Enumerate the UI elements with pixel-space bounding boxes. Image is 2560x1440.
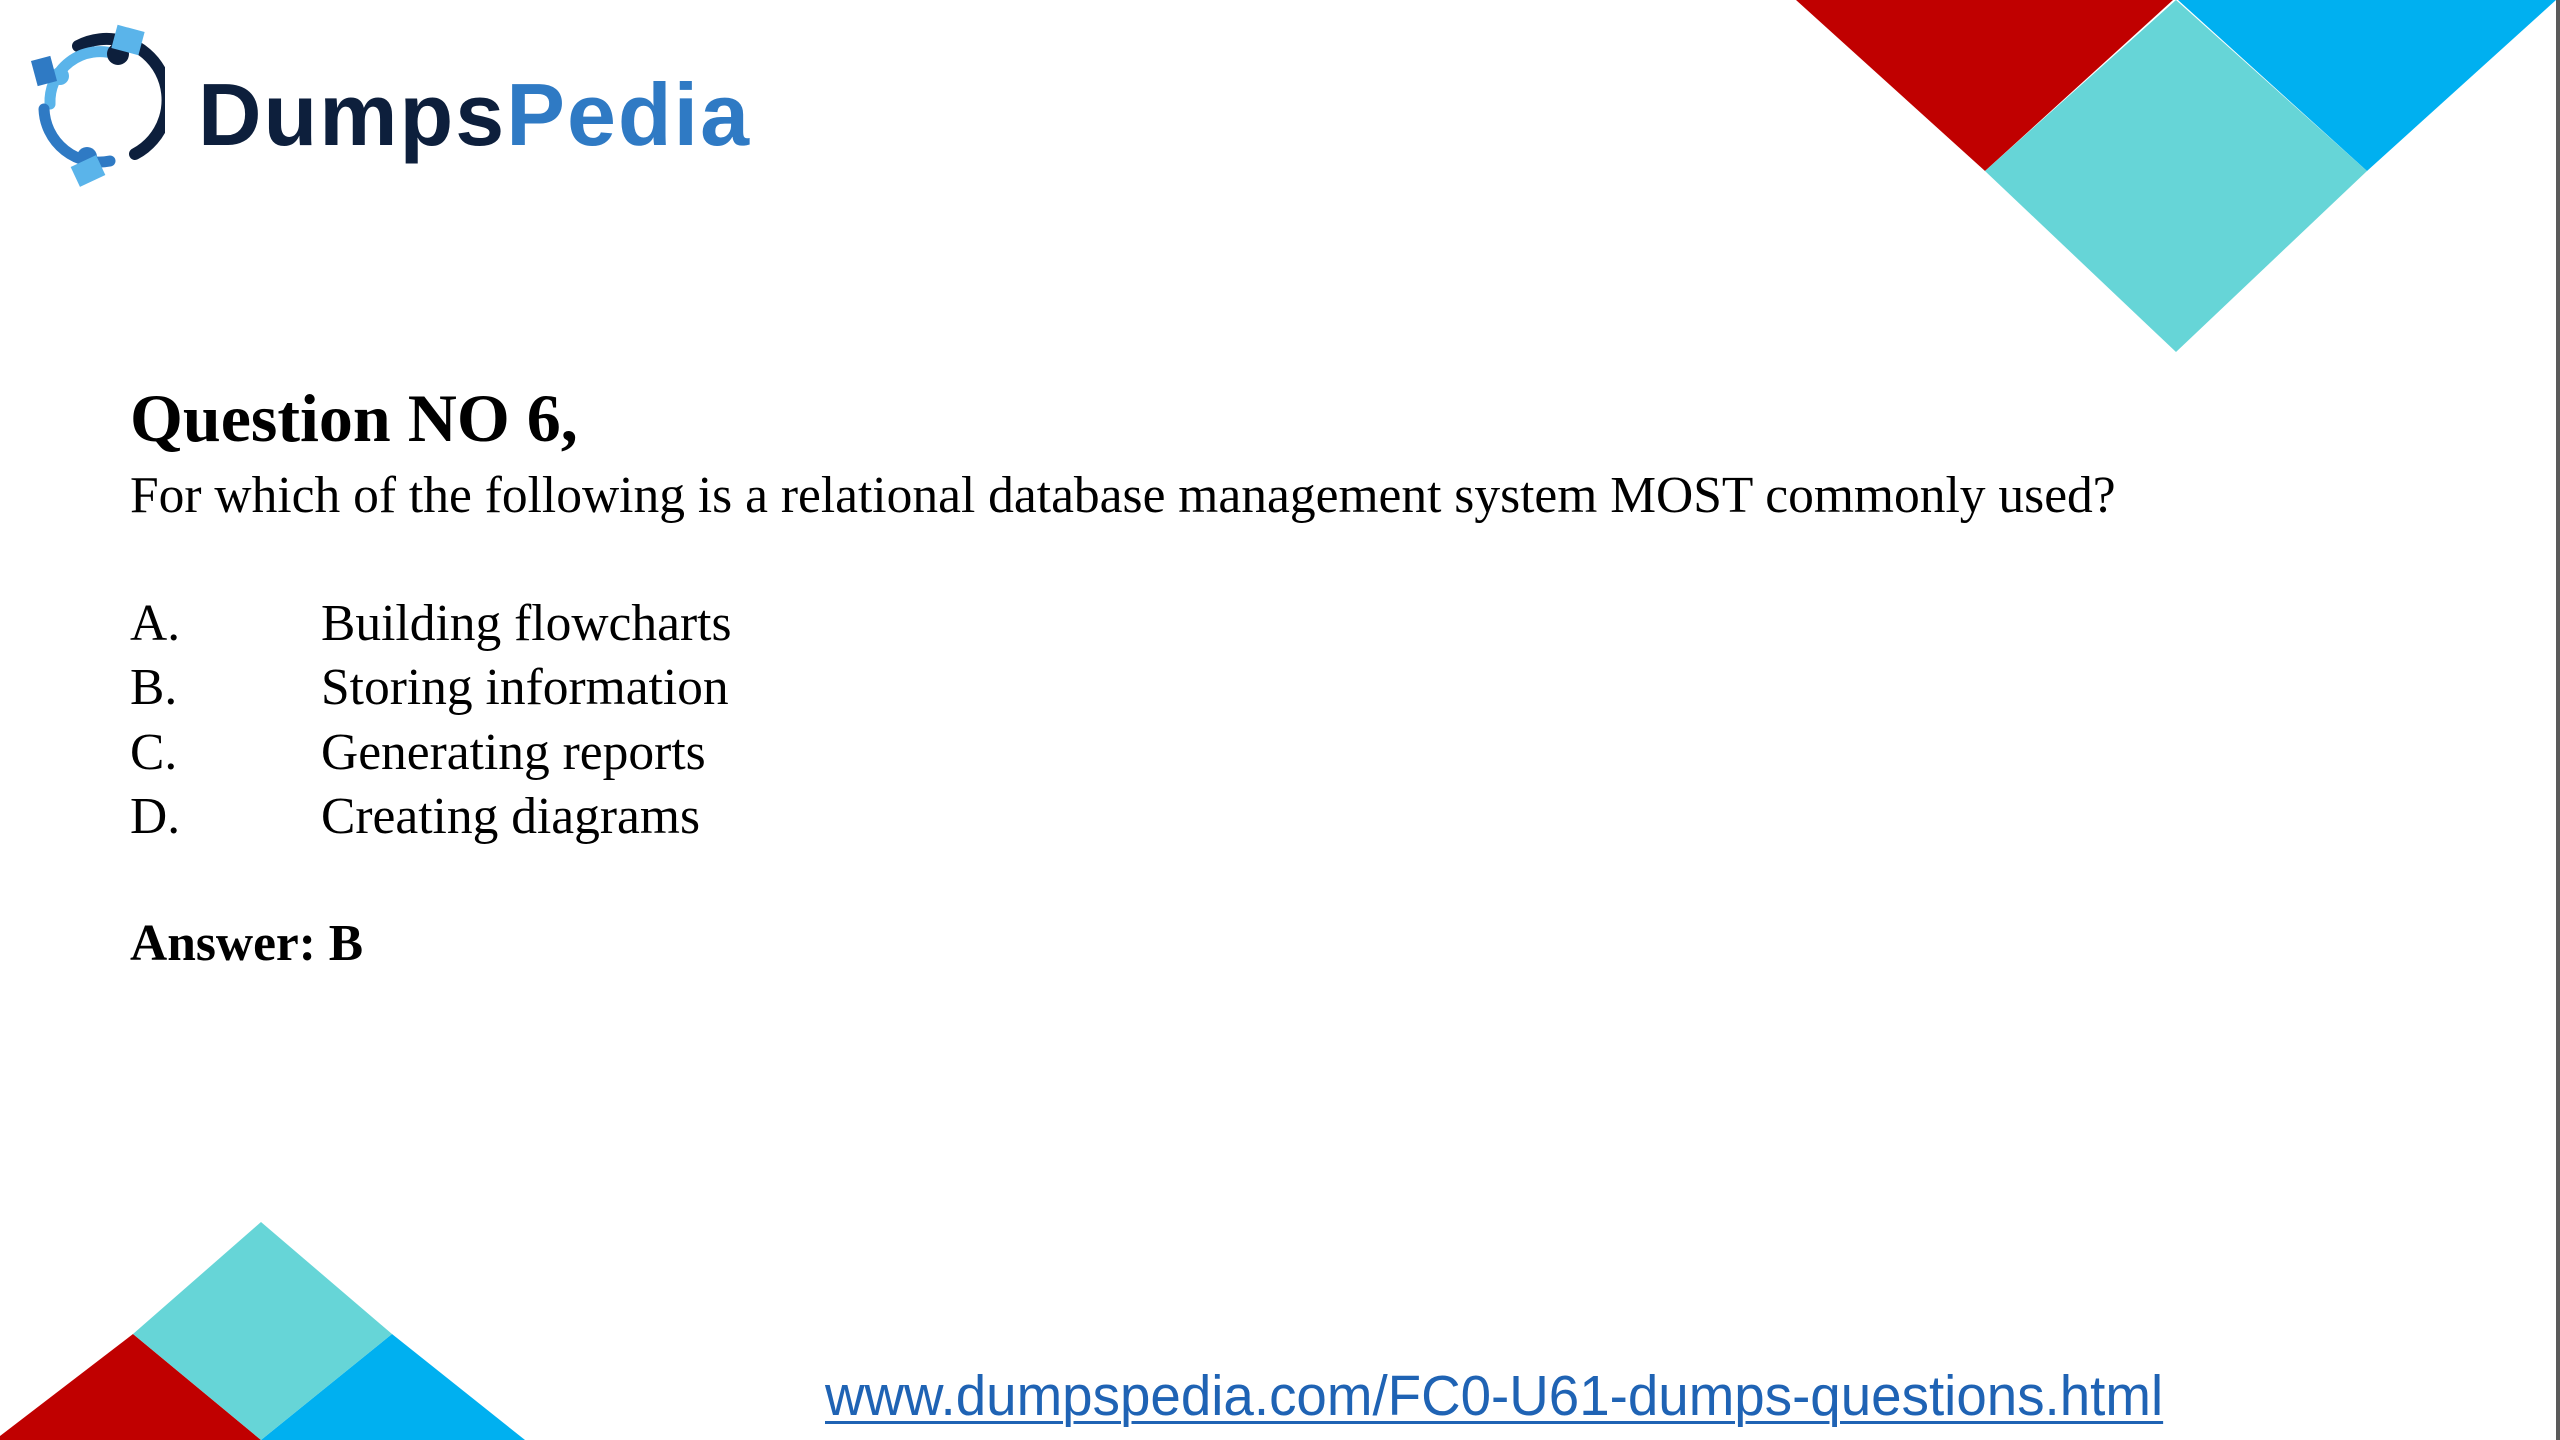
dumpspedia-logo[interactable]: DumpsPedia (30, 24, 790, 194)
dumps-questions-link[interactable]: www.dumpspedia.com/FC0-U61-dumps-questio… (825, 1368, 2163, 1425)
option-text: Creating diagrams (321, 787, 700, 845)
option-text: Generating reports (321, 723, 706, 781)
option-text: Storing information (321, 659, 729, 717)
bl-cyan-diamond-shape (133, 1222, 392, 1440)
question-title: Question NO 6, (130, 380, 578, 456)
logo-ring-icon (30, 24, 165, 187)
blue-triangle-shape (2178, 0, 2556, 171)
red-triangle-shape (1796, 0, 2173, 171)
logo-word-pedia: Pedia (506, 65, 752, 164)
top-right-decoration (0, 0, 2556, 1440)
bl-red-triangle-shape (0, 1334, 261, 1440)
option-letter: D. (130, 787, 181, 845)
cyan-diamond-shape (1985, 0, 2367, 352)
question-text: For which of the following is a relation… (130, 467, 2116, 524)
option-letter: B. (130, 659, 178, 717)
option-text: Building flowcharts (321, 595, 732, 652)
slide: DumpsPedia Question NO 6, For which of t… (0, 0, 2560, 1440)
option-letter: C. (130, 723, 178, 781)
logo-word-dumps: Dumps (198, 65, 507, 164)
bl-blue-triangle-shape (261, 1334, 525, 1440)
answer-label: Answer: B (130, 915, 364, 972)
logo-wordmark: DumpsPedia (198, 71, 751, 159)
slide-right-border (2556, 0, 2560, 1440)
option-letter: A. (130, 595, 181, 652)
